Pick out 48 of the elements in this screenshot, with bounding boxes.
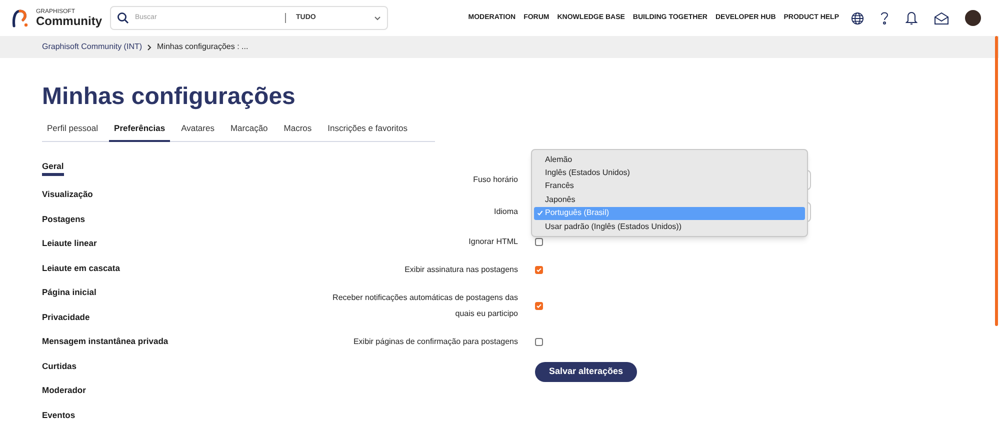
checkbox[interactable] <box>535 302 543 310</box>
setting-label: Exibir assinatura nas postagens <box>404 264 518 276</box>
chevron-icon <box>374 16 381 20</box>
checkbox[interactable] <box>535 338 543 346</box>
sidebar-item[interactable]: Visualização <box>42 188 93 200</box>
save-button[interactable]: Salvar alterações <box>535 362 638 382</box>
tab[interactable]: Preferências <box>109 122 170 142</box>
sidebar-item[interactable]: Eventos <box>42 408 76 421</box>
logo-text: Community <box>36 15 102 27</box>
globe-icon[interactable] <box>851 12 864 24</box>
sidebar-item[interactable]: Mensagem instantânea privada <box>42 335 168 348</box>
search-icon <box>117 12 129 24</box>
sidebar-item[interactable]: Moderador <box>42 384 86 396</box>
dropdown-option[interactable]: Alemão <box>534 153 805 166</box>
sidebar-item[interactable]: Privacidade <box>42 310 90 323</box>
breadcrumb-link[interactable]: Minhas configurações : ... <box>157 41 248 53</box>
help-icon[interactable] <box>880 11 889 25</box>
sidebar-item[interactable]: Geral <box>42 160 64 176</box>
tab[interactable]: Inscrições e favoritos <box>322 122 413 141</box>
tab[interactable]: Macros <box>278 122 317 141</box>
checkbox[interactable] <box>535 238 543 246</box>
page-title: Minhas configurações <box>42 82 296 112</box>
dropdown-option[interactable]: Francês <box>534 180 805 194</box>
setting-label: Exibir páginas de confirmação para postagens <box>353 336 518 348</box>
setting-label: Idioma <box>494 206 518 218</box>
avatar[interactable] <box>965 10 981 26</box>
logo-icon <box>10 8 30 28</box>
checkbox[interactable] <box>535 266 543 274</box>
dropdown-option[interactable]: Usar padrão (Inglês (Estados Unidos)) <box>534 220 805 234</box>
sidebar-item[interactable]: Curtidas <box>42 360 76 372</box>
sidebar-item[interactable]: Página inicial <box>42 286 96 298</box>
sidebar-item[interactable]: Leiaute linear <box>42 237 97 250</box>
sidebar-item[interactable]: Postagens <box>42 212 85 225</box>
chevron-right-icon <box>147 44 152 50</box>
dropdown-option[interactable]: Inglês (Estados Unidos) <box>534 166 805 180</box>
checkmark-icon <box>536 210 542 216</box>
sidebar-item[interactable]: Leiaute em cascata <box>42 262 120 274</box>
scrollbar-thumb[interactable] <box>995 36 998 326</box>
mail-icon[interactable] <box>934 12 949 24</box>
dropdown-option[interactable]: Japonês <box>534 193 805 207</box>
tab[interactable]: Perfil pessoal <box>42 122 104 141</box>
setting-label: Receber notificações automáticas de postagens das quais eu participo <box>332 292 518 320</box>
breadcrumb-link[interactable]: Graphisoft Community (INT) <box>42 41 142 53</box>
bell-icon[interactable] <box>905 11 918 25</box>
setting-label: Fuso horário <box>473 174 518 186</box>
tab[interactable]: Marcação <box>225 122 273 141</box>
tab[interactable]: Avatares <box>176 122 220 141</box>
setting-label: Ignorar HTML <box>468 236 518 248</box>
